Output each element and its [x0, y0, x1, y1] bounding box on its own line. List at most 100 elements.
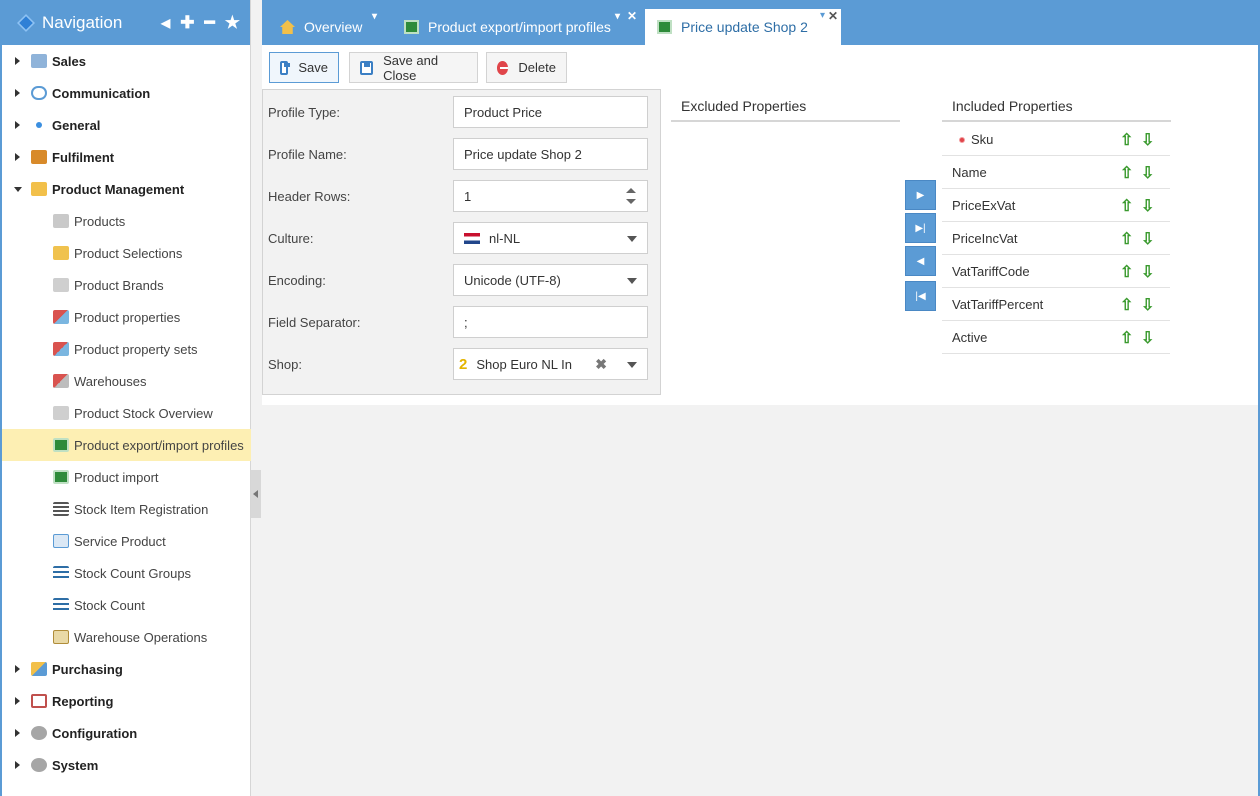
- profile-name-input[interactable]: Price update Shop 2: [453, 138, 648, 170]
- save-button[interactable]: Save: [269, 52, 339, 83]
- chevron-down-icon[interactable]: [627, 362, 637, 368]
- nav-item-product-management[interactable]: Product Management: [2, 173, 251, 205]
- tab-menu-icon[interactable]: ▾: [372, 11, 377, 22]
- nav-item-label: Configuration: [52, 725, 138, 741]
- move-all-left-button[interactable]: |◀: [905, 281, 936, 311]
- nav-sub-product-import[interactable]: Product import: [2, 461, 251, 493]
- save-and-close-button[interactable]: Save and Close: [349, 52, 478, 83]
- spin-down-icon[interactable]: [626, 199, 636, 204]
- nav-item-fulfilment[interactable]: Fulfilment: [2, 141, 251, 173]
- shop-select[interactable]: 2 Shop Euro NL In ✖: [453, 348, 648, 380]
- expand-arrow-icon[interactable]: [15, 697, 20, 705]
- nav-item-system[interactable]: System: [2, 749, 251, 781]
- nav-item-general[interactable]: General: [2, 109, 251, 141]
- tab-menu-icon[interactable]: ▾: [820, 10, 825, 21]
- nav-sub-product-export-import-profiles[interactable]: Product export/import profiles: [2, 429, 251, 461]
- move-down-arrow-icon[interactable]: ⇩: [1141, 163, 1154, 183]
- nav-item-configuration[interactable]: Configuration: [2, 717, 251, 749]
- culture-label: Culture:: [268, 231, 314, 246]
- expand-arrow-icon[interactable]: [15, 57, 20, 65]
- home-icon: [280, 20, 295, 34]
- expand-arrow-icon[interactable]: [15, 665, 20, 673]
- move-up-arrow-icon[interactable]: ⇧: [1120, 262, 1133, 282]
- expand-all-icon[interactable]: ✚: [180, 13, 194, 33]
- netherlands-flag-icon: [464, 232, 480, 244]
- nav-sub-warehouse-operations[interactable]: Warehouse Operations: [2, 621, 251, 653]
- nav-sub-stock-count[interactable]: Stock Count: [2, 589, 251, 621]
- expand-arrow-icon[interactable]: [15, 761, 20, 769]
- move-down-arrow-icon[interactable]: ⇩: [1141, 229, 1154, 249]
- nav-sub-product-properties[interactable]: Product properties: [2, 301, 251, 333]
- tab-price-update-shop-2[interactable]: Price update Shop 2 ▾ ✕: [645, 9, 841, 45]
- property-row[interactable]: PriceExVat ⇧ ⇩: [942, 189, 1170, 222]
- field-separator-input[interactable]: ;: [453, 306, 648, 338]
- nav-sub-product-selections[interactable]: Product Selections: [2, 237, 251, 269]
- tab-menu-icon[interactable]: ▾: [615, 11, 620, 22]
- move-up-arrow-icon[interactable]: ⇧: [1120, 130, 1133, 150]
- nav-sub-service-product[interactable]: Service Product: [2, 525, 251, 557]
- culture-select[interactable]: nl-NL: [453, 222, 648, 254]
- nav-sub-product-brands[interactable]: Product Brands: [2, 269, 251, 301]
- nav-item-sales[interactable]: Sales: [2, 45, 251, 77]
- collapse-left-icon[interactable]: ◀: [161, 16, 170, 30]
- nav-item-purchasing[interactable]: Purchasing: [2, 653, 251, 685]
- move-up-arrow-icon[interactable]: ⇧: [1120, 295, 1133, 315]
- move-all-right-button[interactable]: ▶|: [905, 213, 936, 243]
- tab-overview[interactable]: Overview: [280, 9, 385, 45]
- arrow-right-end-icon: ▶|: [915, 222, 926, 234]
- expand-arrow-icon[interactable]: [15, 121, 20, 129]
- clipboard-icon: [53, 630, 69, 644]
- move-up-arrow-icon[interactable]: ⇧: [1120, 196, 1133, 216]
- nav-sub-warehouses[interactable]: Warehouses: [2, 365, 251, 397]
- profile-type-field[interactable]: Product Price: [453, 96, 648, 128]
- property-row[interactable]: PriceIncVat ⇧ ⇩: [942, 222, 1170, 255]
- nav-sub-stock-count-groups[interactable]: Stock Count Groups: [2, 557, 251, 589]
- delete-button[interactable]: Delete: [486, 52, 567, 83]
- header-rows-stepper[interactable]: 1: [453, 180, 648, 212]
- expand-arrow-icon[interactable]: [15, 729, 20, 737]
- nav-item-communication[interactable]: Communication: [2, 77, 251, 109]
- move-right-button[interactable]: ▶: [905, 180, 936, 210]
- close-icon[interactable]: ✕: [828, 9, 838, 23]
- move-down-arrow-icon[interactable]: ⇩: [1141, 262, 1154, 282]
- sidebar-collapse-handle[interactable]: [251, 470, 261, 518]
- nav-sub-product-property-sets[interactable]: Product property sets: [2, 333, 251, 365]
- property-row[interactable]: VatTariffPercent ⇧ ⇩: [942, 288, 1170, 321]
- move-up-arrow-icon[interactable]: ⇧: [1120, 229, 1133, 249]
- excel-icon: [53, 438, 69, 452]
- nav-sub-stock-item-registration[interactable]: Stock Item Registration: [2, 493, 251, 525]
- spin-up-icon[interactable]: [626, 188, 636, 193]
- move-up-arrow-icon[interactable]: ⇧: [1120, 163, 1133, 183]
- profile-type-value: Product Price: [464, 104, 543, 120]
- chevron-down-icon[interactable]: [627, 278, 637, 284]
- collapse-all-icon[interactable]: ━: [205, 13, 215, 33]
- save-icon: [360, 60, 374, 75]
- move-down-arrow-icon[interactable]: ⇩: [1141, 196, 1154, 216]
- property-row[interactable]: Sku ⇧ ⇩: [942, 123, 1170, 156]
- nav-sub-label: Product Selections: [74, 245, 183, 261]
- move-down-arrow-icon[interactable]: ⇩: [1141, 295, 1154, 315]
- encoding-select[interactable]: Unicode (UTF-8): [453, 264, 648, 296]
- property-row[interactable]: VatTariffCode ⇧ ⇩: [942, 255, 1170, 288]
- nav-sub-product-stock-overview[interactable]: Product Stock Overview: [2, 397, 251, 429]
- close-icon[interactable]: ✕: [627, 9, 637, 23]
- property-row[interactable]: Name ⇧ ⇩: [942, 156, 1170, 189]
- nav-item-reporting[interactable]: Reporting: [2, 685, 251, 717]
- tab-label: Product export/import profiles: [428, 19, 611, 35]
- property-row[interactable]: Active ⇧ ⇩: [942, 321, 1170, 354]
- collapse-arrow-icon[interactable]: [14, 186, 22, 192]
- clear-icon[interactable]: ✖: [595, 356, 607, 373]
- shop-number-icon: 2: [459, 355, 468, 373]
- expand-arrow-icon[interactable]: [15, 153, 20, 161]
- included-properties-divider: [942, 120, 1171, 122]
- expand-arrow-icon[interactable]: [15, 89, 20, 97]
- nav-sub-label: Product import: [74, 469, 159, 485]
- move-down-arrow-icon[interactable]: ⇩: [1141, 328, 1154, 348]
- move-down-arrow-icon[interactable]: ⇩: [1141, 130, 1154, 150]
- nav-sub-products[interactable]: Products: [2, 205, 251, 237]
- move-up-arrow-icon[interactable]: ⇧: [1120, 328, 1133, 348]
- favorites-star-icon[interactable]: ★: [225, 13, 240, 33]
- move-left-button[interactable]: ◀: [905, 246, 936, 276]
- tab-export-import-profiles[interactable]: Product export/import profiles: [404, 9, 619, 45]
- chevron-down-icon[interactable]: [627, 236, 637, 242]
